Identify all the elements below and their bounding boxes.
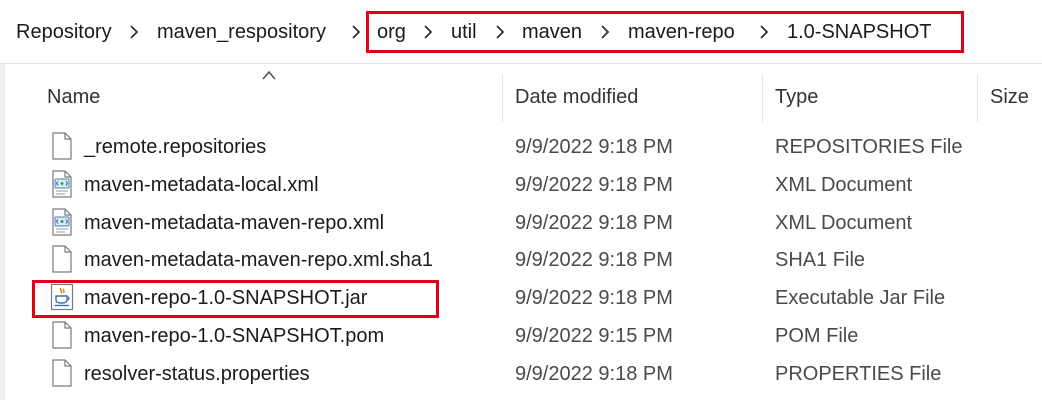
file-type: POM File	[775, 324, 859, 347]
address-bar[interactable]: Repository maven_respository org util ma…	[0, 0, 1042, 64]
sort-ascending-icon	[260, 68, 278, 80]
java-jar-icon	[50, 283, 74, 311]
file-name: maven-metadata-maven-repo.xml.sha1	[84, 249, 434, 272]
chevron-right-icon[interactable]	[421, 21, 435, 43]
chevron-right-icon[interactable]	[127, 21, 141, 43]
breadcrumb-1-0-snapshot[interactable]: 1.0-SNAPSHOT	[787, 19, 931, 45]
blank-file-icon	[50, 321, 74, 349]
file-date: 9/9/2022 9:18 PM	[515, 362, 673, 385]
file-type: Executable Jar File	[775, 287, 946, 310]
blank-file-icon	[50, 245, 74, 273]
breadcrumb-org[interactable]: org	[377, 19, 406, 45]
file-name: maven-repo-1.0-SNAPSHOT.pom	[84, 324, 385, 347]
file-name: maven-metadata-local.xml	[84, 173, 319, 196]
table-row[interactable]: maven-metadata-local.xml 9/9/2022 9:18 P…	[0, 165, 1042, 203]
xml-file-icon	[50, 207, 74, 236]
breadcrumb-util[interactable]: util	[451, 19, 477, 45]
file-type: SHA1 File	[775, 249, 866, 272]
file-name: maven-repo-1.0-SNAPSHOT.jar	[84, 287, 368, 310]
file-list: _remote.repositories 9/9/2022 9:18 PM RE…	[0, 127, 1042, 392]
chevron-right-icon[interactable]	[349, 21, 363, 43]
table-row[interactable]: maven-metadata-maven-repo.xml.sha1 9/9/2…	[0, 240, 1042, 278]
column-divider[interactable]	[762, 74, 763, 122]
breadcrumb-maven-respository[interactable]: maven_respository	[157, 19, 326, 45]
file-type: REPOSITORIES File	[775, 136, 963, 158]
breadcrumb-maven-repo[interactable]: maven-repo	[628, 19, 735, 45]
column-divider[interactable]	[502, 74, 503, 122]
blank-file-icon	[50, 359, 74, 387]
column-name[interactable]: Name	[47, 84, 100, 110]
column-header: Name Date modified Type Size	[0, 64, 1042, 122]
file-date: 9/9/2022 9:18 PM	[515, 249, 673, 272]
file-name: resolver-status.properties	[84, 362, 310, 385]
file-date: 9/9/2022 9:18 PM	[515, 211, 673, 234]
file-date: 9/9/2022 9:18 PM	[515, 136, 673, 158]
file-date: 9/9/2022 9:15 PM	[515, 324, 673, 347]
file-type: XML Document	[775, 211, 913, 234]
table-row[interactable]: maven-repo-1.0-SNAPSHOT.jar 9/9/2022 9:1…	[0, 278, 1042, 316]
table-row[interactable]: maven-metadata-maven-repo.xml 9/9/2022 9…	[0, 203, 1042, 241]
table-row[interactable]: resolver-status.properties 9/9/2022 9:18…	[0, 354, 1042, 392]
column-date-modified[interactable]: Date modified	[515, 84, 638, 110]
table-row[interactable]: maven-repo-1.0-SNAPSHOT.pom 9/9/2022 9:1…	[0, 316, 1042, 354]
column-size[interactable]: Size	[990, 84, 1029, 110]
chevron-right-icon[interactable]	[598, 21, 612, 43]
file-name: maven-metadata-maven-repo.xml	[84, 211, 385, 234]
breadcrumb-repository[interactable]: Repository	[16, 19, 112, 45]
chevron-right-icon[interactable]	[757, 21, 771, 43]
xml-file-icon	[50, 170, 74, 198]
file-date: 9/9/2022 9:18 PM	[515, 173, 673, 196]
file-type: PROPERTIES File	[775, 362, 942, 385]
breadcrumb-maven[interactable]: maven	[522, 19, 582, 45]
blank-file-icon	[50, 132, 74, 160]
chevron-right-icon[interactable]	[493, 21, 507, 43]
file-date: 9/9/2022 9:18 PM	[515, 287, 673, 310]
file-name: _remote.repositories	[84, 136, 267, 158]
table-row[interactable]: _remote.repositories 9/9/2022 9:18 PM RE…	[0, 127, 1042, 165]
column-divider[interactable]	[977, 74, 978, 122]
file-type: XML Document	[775, 173, 913, 196]
column-type[interactable]: Type	[775, 84, 818, 110]
